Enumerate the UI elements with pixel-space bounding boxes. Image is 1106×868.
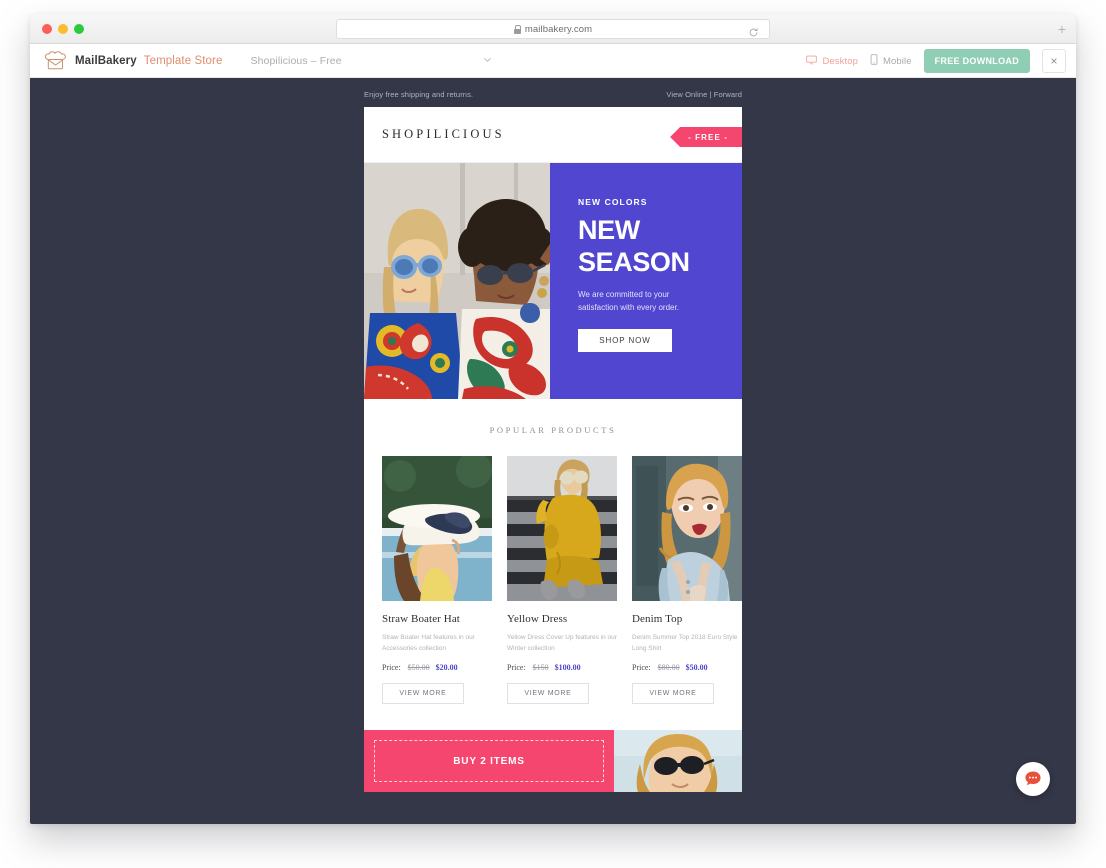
product-card: Denim Top Denim Summer Top 2018 Euro Sty… [632, 456, 742, 705]
product-price: Price: $50.00 $20.00 [382, 663, 492, 672]
free-ribbon-badge: - FREE - [670, 127, 742, 147]
promo-section: BUY 2 ITEMS [364, 730, 742, 793]
popular-products-title: POPULAR PRODUCTS [489, 425, 617, 435]
email-preheader: Enjoy free shipping and returns. View On… [364, 78, 742, 99]
product-image [382, 456, 492, 601]
email-header: SHOPILICIOUS - FREE - [364, 107, 742, 163]
shop-now-button[interactable]: SHOP NOW [578, 329, 672, 353]
browser-chrome-bar: mailbakery.com + [30, 14, 1076, 44]
preheader-left-text: Enjoy free shipping and returns. [364, 90, 474, 99]
address-bar[interactable]: mailbakery.com [336, 19, 770, 39]
price-label: Price: [507, 663, 526, 673]
product-description: Straw Boater Hat features in our Accesso… [382, 634, 475, 653]
view-toggle-mobile-label: Mobile [883, 55, 912, 67]
price-original: $50.00 [407, 663, 430, 673]
window-traffic-lights[interactable] [42, 24, 84, 34]
chevron-down-icon [482, 52, 493, 70]
preheader-links[interactable]: View Online | Forward [666, 90, 742, 99]
view-more-button[interactable]: VIEW MORE [507, 683, 589, 705]
template-selector[interactable]: Shopilicious – Free [250, 44, 493, 78]
window-close-button[interactable] [42, 24, 52, 34]
brand-subtitle: Template Store [143, 54, 223, 67]
address-bar-content: mailbakery.com [513, 23, 593, 35]
address-bar-url: mailbakery.com [524, 23, 593, 35]
product-image [632, 456, 742, 601]
hero-copy-panel: NEW COLORS NEW SEASON We are committed t… [550, 163, 742, 399]
price-label: Price: [632, 663, 651, 673]
promo-dashed-frame: BUY 2 ITEMS [374, 740, 604, 783]
template-selector-value: Shopilicious – Free [250, 54, 342, 67]
close-preview-button[interactable]: × [1042, 49, 1066, 73]
product-image [507, 456, 617, 601]
email-preview-canvas: Enjoy free shipping and returns. View On… [30, 78, 1076, 824]
promo-banner[interactable]: BUY 2 ITEMS [364, 730, 614, 793]
hero-title-line-1: NEW [578, 215, 640, 245]
browser-window: mailbakery.com + MailBakery Template Sto… [30, 14, 1076, 824]
lock-icon [513, 24, 522, 34]
price-sale: $100.00 [554, 663, 581, 673]
window-minimize-button[interactable] [58, 24, 68, 34]
screenshot-root: mailbakery.com + MailBakery Template Sto… [0, 0, 1106, 868]
hero-title-line-2: SEASON [578, 246, 690, 277]
product-name: Straw Boater Hat [382, 613, 460, 625]
product-name: Denim Top [632, 613, 683, 625]
new-tab-button[interactable]: + [1058, 22, 1066, 36]
price-sale: $50.00 [685, 663, 708, 673]
reload-icon[interactable] [748, 25, 759, 37]
product-description: Denim Summer Top 2018 Euro Style Long Sh… [632, 634, 738, 653]
brand-name: MailBakery [75, 54, 137, 67]
promo-text: BUY 2 ITEMS [453, 755, 525, 767]
hero-kicker: NEW COLORS [578, 197, 648, 207]
view-more-button[interactable]: VIEW MORE [632, 683, 714, 705]
view-toggle-mobile[interactable]: Mobile [870, 54, 912, 68]
view-more-button[interactable]: VIEW MORE [382, 683, 464, 705]
price-label: Price: [382, 663, 401, 673]
email-body: SHOPILICIOUS - FREE - NEW COLORS NEW SEA… [364, 107, 742, 793]
price-original: $80.00 [657, 663, 680, 673]
product-name: Yellow Dress [507, 613, 568, 625]
free-download-button[interactable]: FREE DOWNLOAD [923, 49, 1030, 73]
email-logo: SHOPILICIOUS [382, 127, 505, 141]
popular-products-section: POPULAR PRODUCTS Straw Boater Hat Straw … [364, 399, 742, 705]
chat-bubble-icon [1024, 770, 1042, 788]
brand-block[interactable]: MailBakery Template Store [30, 50, 223, 71]
product-price: Price: $80.00 $50.00 [632, 663, 742, 672]
hero-subtitle: We are committed to your satisfaction wi… [578, 290, 679, 313]
hero-image [364, 163, 550, 399]
product-card: Straw Boater Hat Straw Boater Hat featur… [382, 456, 492, 705]
appbar-actions: Desktop Mobile FREE DOWNLOAD × [806, 44, 1066, 78]
product-grid: Straw Boater Hat Straw Boater Hat featur… [364, 435, 742, 705]
product-price: Price: $150 $100.00 [507, 663, 617, 672]
chat-widget-button[interactable] [1016, 762, 1050, 796]
view-toggle-desktop[interactable]: Desktop [806, 55, 858, 68]
window-zoom-button[interactable] [74, 24, 84, 34]
price-sale: $20.00 [435, 663, 458, 673]
price-original: $150 [532, 663, 549, 673]
product-card: Yellow Dress Yellow Dress Cover Up featu… [507, 456, 617, 705]
product-description: Yellow Dress Cover Up features in our Wi… [507, 634, 617, 653]
view-toggle-desktop-label: Desktop [822, 55, 858, 67]
hero-title: NEW SEASON [578, 215, 742, 278]
promo-image [614, 730, 742, 793]
mobile-phone-icon [870, 54, 878, 68]
mailbakery-app-bar: MailBakery Template Store Shopilicious –… [30, 44, 1076, 78]
mailbakery-hat-icon [44, 50, 68, 71]
hero-section: NEW COLORS NEW SEASON We are committed t… [364, 163, 742, 399]
desktop-monitor-icon [806, 55, 818, 68]
